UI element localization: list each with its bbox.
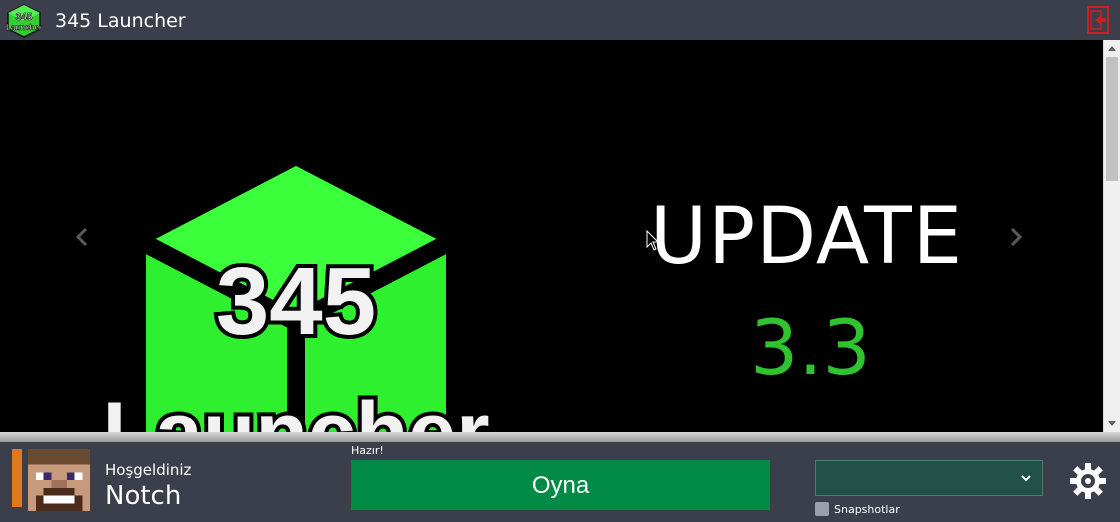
banner-version: 3.3	[750, 303, 871, 392]
gear-icon	[1070, 463, 1106, 499]
profile-accent-bar	[12, 449, 22, 507]
app-icon-line1: 345	[16, 12, 33, 23]
carousel-next-button[interactable]	[1006, 226, 1026, 248]
chevron-left-icon	[75, 227, 88, 247]
chevron-right-icon	[1010, 227, 1023, 247]
exit-icon	[1090, 10, 1106, 30]
scroll-up-icon[interactable]	[1108, 46, 1116, 51]
chevron-down-icon	[1021, 475, 1031, 482]
welcome-label: Hoşgeldiniz	[105, 461, 192, 479]
banner-headline: UPDATE	[650, 192, 964, 282]
scroll-down-icon[interactable]	[1108, 421, 1116, 426]
exit-button[interactable]	[1087, 6, 1109, 34]
status-label: Hazır!	[351, 444, 384, 457]
scrollbar-thumb[interactable]	[1106, 57, 1118, 181]
app-icon-line2: Launcher	[6, 23, 42, 32]
345-launcher-logo-icon: 345 Launcher	[6, 4, 42, 38]
banner-logo-number: 345	[216, 248, 376, 355]
banner-logo: 345 Launcher	[98, 166, 494, 432]
avatar[interactable]	[26, 449, 92, 511]
banner-logo-word: Launcher	[102, 385, 489, 432]
carousel-prev-button[interactable]	[72, 226, 92, 248]
snapshots-label: Snapshotlar	[834, 503, 900, 516]
bottom-divider	[0, 432, 1120, 442]
title-bar: 345 Launcher 345 Launcher	[0, 0, 1120, 40]
version-select[interactable]	[815, 460, 1043, 496]
settings-button[interactable]	[1068, 461, 1108, 501]
app-title: 345 Launcher	[55, 10, 186, 32]
username: Notch	[105, 481, 182, 511]
play-button[interactable]: Oyna	[351, 460, 770, 510]
news-scrollbar[interactable]	[1103, 40, 1120, 432]
mouse-cursor-icon	[646, 230, 660, 251]
news-panel: 345 Launcher UPDATE 3.3	[0, 40, 1120, 432]
snapshots-checkbox[interactable]	[815, 502, 829, 516]
